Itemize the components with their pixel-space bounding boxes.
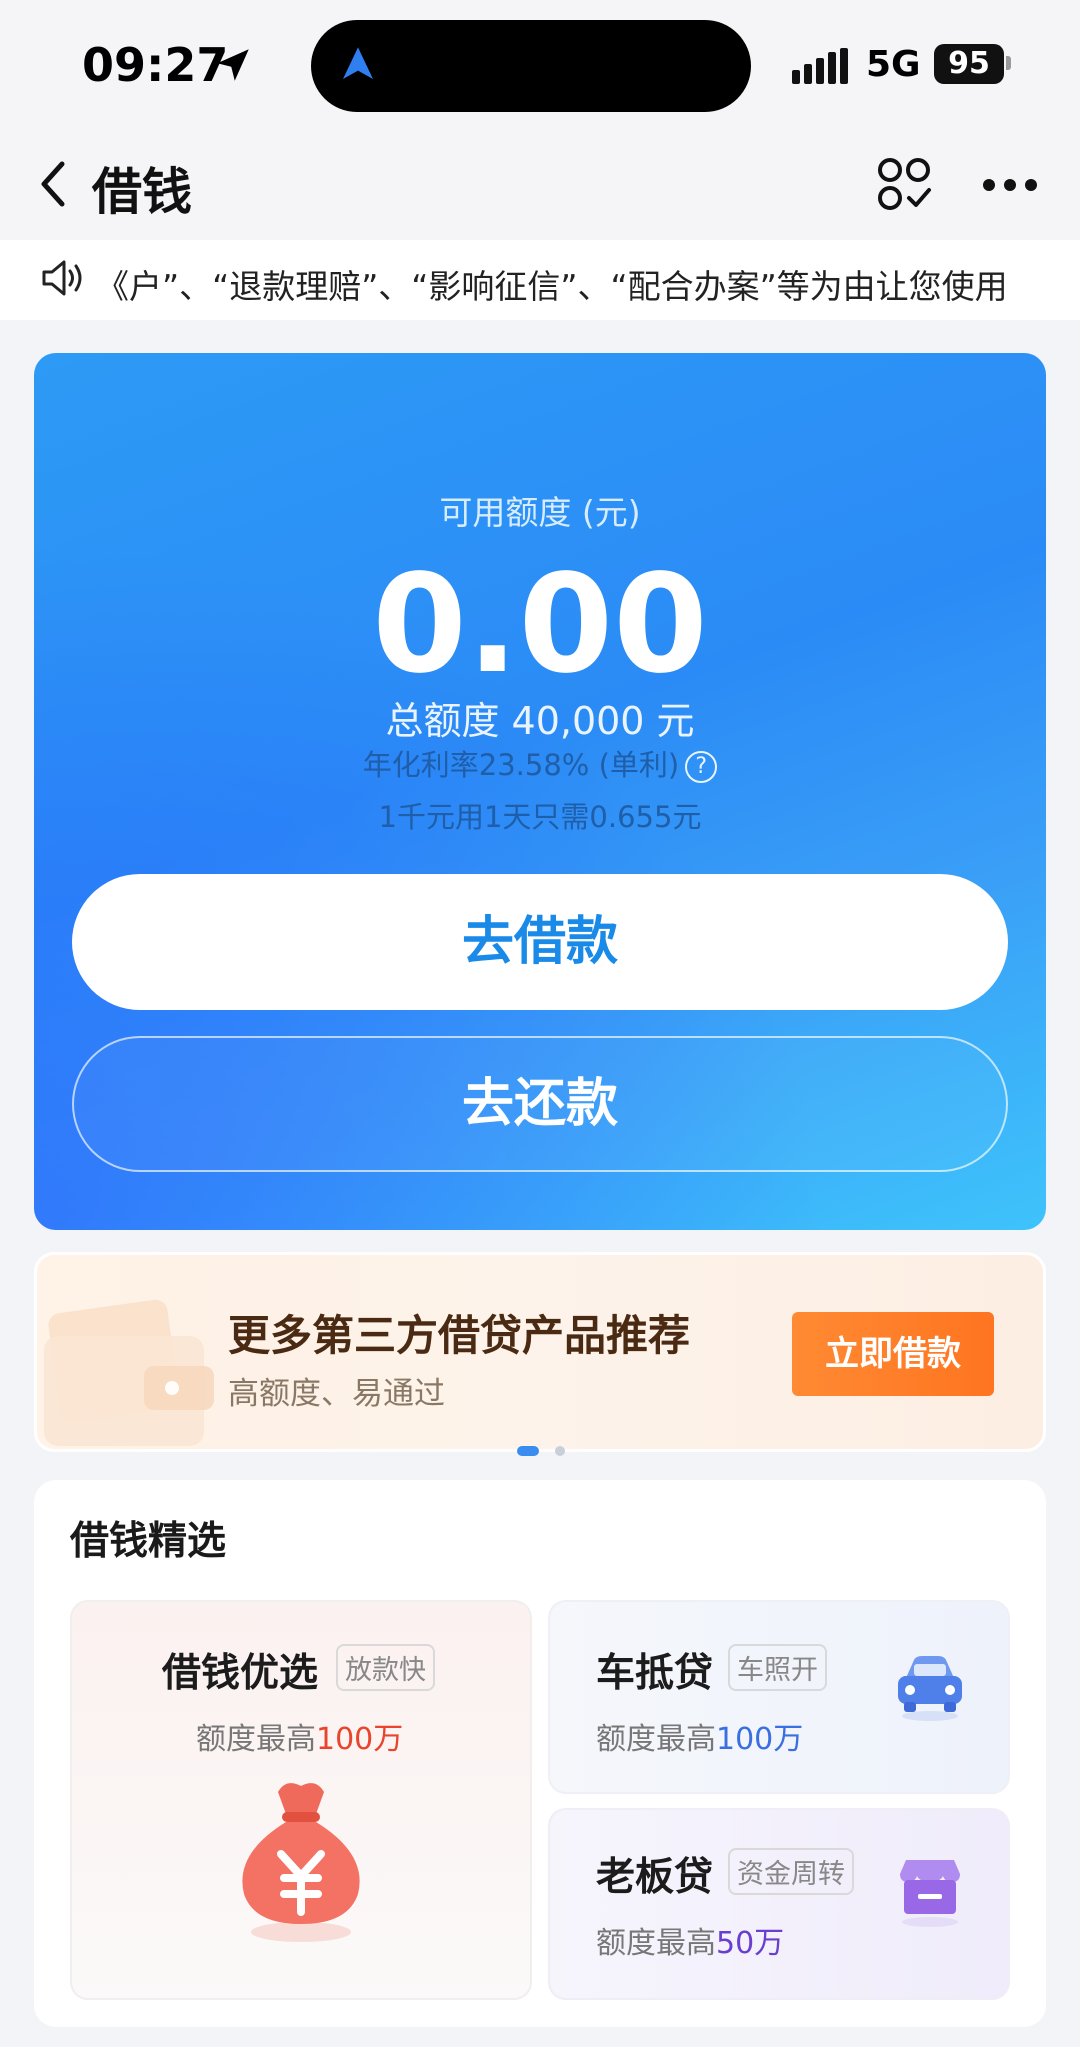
product-name: 借钱优选 xyxy=(162,1651,319,1696)
carousel-dot-active xyxy=(517,1446,539,1456)
product-quota: 额度最高100万 xyxy=(196,1714,403,1758)
repay-button[interactable]: 去还款 xyxy=(72,1036,1008,1172)
more-options-icon[interactable] xyxy=(982,178,1038,192)
navigation-arrow-icon xyxy=(343,47,373,79)
daily-cost: 1千元用1天只需0.655元 xyxy=(378,800,702,834)
signal-icon xyxy=(792,48,848,84)
section-title: 借钱精选 xyxy=(70,1519,227,1564)
available-limit-amount: 0.00 xyxy=(372,546,708,704)
money-bag-icon xyxy=(242,1783,360,1942)
mini-program-icon[interactable] xyxy=(876,156,932,212)
status-time: 09:27 xyxy=(82,38,229,92)
total-limit: 总额度 40,000 元 xyxy=(385,699,695,743)
promo-borrow-button[interactable]: 立即借款 xyxy=(792,1312,994,1396)
carousel-dot xyxy=(555,1446,565,1456)
promo-title: 更多第三方借贷产品推荐 xyxy=(228,1311,691,1360)
quota-prefix: 额度最高 xyxy=(596,1926,716,1961)
product-name: 老板贷 xyxy=(596,1855,714,1900)
battery-nub xyxy=(1006,56,1011,70)
product-name: 车抵贷 xyxy=(596,1651,714,1696)
shop-icon xyxy=(900,1860,960,1927)
product-tag: 资金周转 xyxy=(728,1848,854,1895)
network-type: 5G xyxy=(866,44,921,85)
interest-rate-text: 年化利率23.58% (单利) xyxy=(362,748,680,782)
car-icon xyxy=(898,1656,962,1721)
quota-value: 100万 xyxy=(716,1722,804,1757)
quota-value: 100万 xyxy=(316,1722,404,1757)
battery-indicator: 95 xyxy=(934,44,1004,84)
available-limit-label: 可用额度 (元) xyxy=(439,493,641,532)
help-icon[interactable]: ? xyxy=(685,751,718,783)
interest-rate: 年化利率23.58% (单利)? xyxy=(0,742,1080,784)
product-quota: 额度最高100万 xyxy=(596,1714,803,1758)
back-arrow-icon[interactable] xyxy=(36,158,72,210)
product-tag: 放款快 xyxy=(336,1644,435,1691)
product-quota: 额度最高50万 xyxy=(596,1918,784,1962)
product-tag: 车照开 xyxy=(728,1644,827,1691)
quota-prefix: 额度最高 xyxy=(596,1722,716,1757)
location-arrow-icon xyxy=(217,49,249,81)
speaker-icon xyxy=(42,260,82,296)
notice-text: 《户”、“退款理赔”、“影响征信”、“配合办案”等为由让您使用 xyxy=(96,267,1008,306)
borrow-button[interactable]: 去借款 xyxy=(72,874,1008,1010)
quota-prefix: 额度最高 xyxy=(196,1722,316,1757)
page-title: 借钱 xyxy=(92,163,192,221)
quota-value: 50万 xyxy=(716,1926,785,1961)
promo-subtitle: 高额度、易通过 xyxy=(228,1376,445,1412)
wallet-icon xyxy=(44,1299,214,1446)
